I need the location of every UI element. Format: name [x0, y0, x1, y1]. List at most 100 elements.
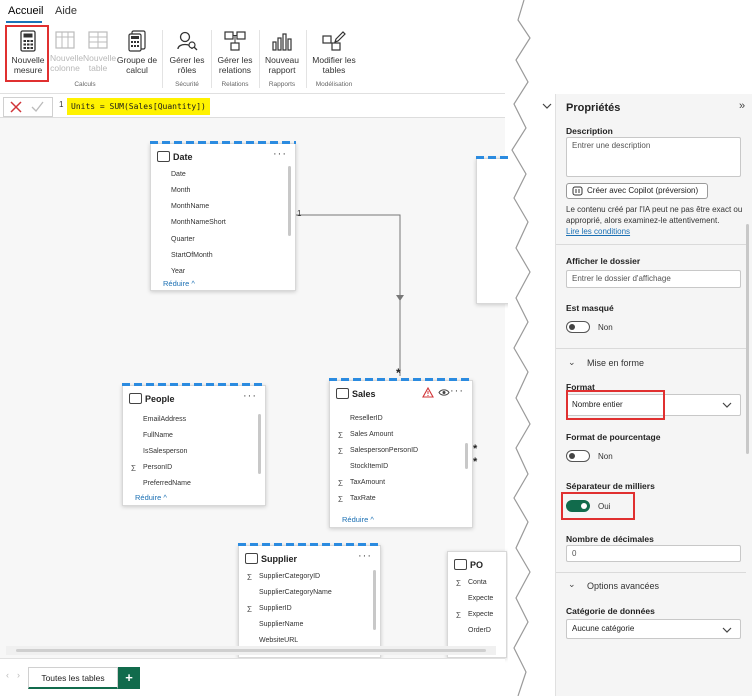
cancel-icon[interactable]	[10, 101, 22, 113]
percent-label: Format de pourcentage	[566, 432, 661, 442]
scrollbar[interactable]	[465, 443, 468, 469]
ribbon-divider	[211, 30, 212, 88]
new-report-label: Nouveau rapport	[264, 55, 300, 75]
field-item[interactable]: Date	[171, 171, 186, 178]
field-item[interactable]: FullName	[143, 432, 173, 439]
field-item[interactable]: StartOfMonth	[171, 252, 213, 259]
field-item[interactable]: Year	[171, 268, 185, 274]
hidden-toggle[interactable]	[566, 321, 590, 333]
chevron-down-icon[interactable]: ⌄	[568, 579, 576, 590]
copilot-label: Créer avec Copilot (préversion)	[587, 186, 699, 195]
edit-tables-icon	[322, 31, 346, 51]
field-item[interactable]: MonthNameShort	[171, 219, 226, 226]
field-item[interactable]: SupplierID	[247, 605, 292, 614]
hidden-label: Est masqué	[566, 303, 614, 313]
copilot-button[interactable]: Créer avec Copilot (préversion)	[566, 183, 708, 199]
tab-all-tables[interactable]: Toutes les tables	[28, 667, 118, 689]
formula-expand-icon[interactable]	[540, 98, 554, 114]
group-label-calculs: Calculs	[74, 81, 96, 88]
field-item[interactable]: EmailAddress	[143, 416, 186, 423]
new-column-label: Nouvelle colonne	[50, 53, 84, 73]
collapse-label: Réduire	[163, 279, 190, 288]
decimals-input[interactable]: 0	[566, 545, 741, 562]
field-item[interactable]: SupplierCategoryID	[247, 573, 320, 582]
relationship-icon	[224, 31, 246, 51]
field-item[interactable]: WebsiteURL	[259, 637, 298, 644]
bar-chart-icon	[272, 33, 292, 51]
card-selection-border	[150, 141, 296, 144]
copilot-icon	[572, 186, 583, 196]
field-item[interactable]: Month	[171, 187, 190, 194]
chevron-down-icon[interactable]: ⌄	[568, 357, 576, 368]
ribbon-tabs: Accueil Aide	[0, 0, 500, 24]
terms-link[interactable]: Lire les conditions	[566, 227, 630, 236]
field-item[interactable]: TaxAmount	[338, 479, 385, 488]
manage-relations-button[interactable]: Gérer les relations	[215, 30, 255, 75]
new-table-label: Nouvelle table	[83, 53, 117, 73]
more-options-icon[interactable]: ···	[450, 385, 464, 397]
manage-roles-button[interactable]: Gérer les rôles	[168, 30, 206, 75]
new-report-button[interactable]: Nouveau rapport	[262, 30, 302, 75]
new-column-button[interactable]: Nouvelle colonne	[50, 30, 84, 73]
warning-icon[interactable]	[422, 387, 434, 398]
commit-icon[interactable]	[31, 101, 44, 113]
field-item[interactable]: TaxRate	[338, 495, 376, 504]
scrollbar[interactable]	[373, 570, 376, 630]
collapse-link[interactable]: Réduire ^	[135, 493, 167, 502]
formula-line-number: 1	[59, 100, 64, 109]
more-options-icon[interactable]: ···	[273, 148, 287, 160]
collapse-panel-icon[interactable]: »	[739, 100, 745, 112]
percent-value: Non	[598, 452, 613, 461]
field-item[interactable]: SupplierCategoryName	[259, 589, 332, 596]
ribbon-divider	[259, 30, 260, 88]
hidden-eye-icon[interactable]	[438, 388, 450, 397]
chevron-down-icon	[722, 627, 732, 633]
tab-aide[interactable]: Aide	[55, 5, 77, 17]
add-layout-button[interactable]: +	[118, 667, 140, 689]
model-canvas[interactable]: 1 * Date ··· Date Month MonthName MonthN…	[0, 118, 516, 658]
horizontal-scrollbar[interactable]	[6, 646, 496, 655]
formula-expression[interactable]: Units = SUM(Sales[Quantity])	[67, 98, 210, 115]
edit-tables-button[interactable]: Modifier les tables	[310, 30, 358, 75]
table-card-supplier[interactable]: Supplier ··· SupplierCategoryID Supplier…	[238, 543, 381, 658]
card-selection-border	[329, 378, 473, 381]
tab-accueil[interactable]: Accueil	[8, 5, 43, 17]
field-item[interactable]: PersonID	[131, 464, 172, 473]
field-item[interactable]: Quarter	[171, 236, 195, 243]
format-section-header[interactable]: Mise en forme	[587, 358, 644, 368]
panel-scrollbar[interactable]	[746, 224, 749, 454]
table-card-people[interactable]: People ··· EmailAddress FullName IsSales…	[122, 383, 266, 506]
description-input[interactable]: Entrer une description	[566, 137, 741, 177]
bottom-tab-bar: ‹ › Toutes les tables +	[0, 658, 505, 696]
advanced-section-header[interactable]: Options avancées	[587, 581, 659, 591]
field-item[interactable]: MonthName	[171, 203, 209, 210]
table-card-sales[interactable]: Sales ··· ResellerID Sales Amount Salesp…	[329, 378, 473, 528]
field-item[interactable]: SupplierName	[259, 621, 303, 628]
scroll-left-icon[interactable]: ‹	[6, 670, 9, 680]
field-item[interactable]: PreferredName	[143, 480, 191, 487]
collapse-link[interactable]: Réduire ^	[342, 515, 374, 524]
more-options-icon[interactable]: ···	[243, 390, 257, 402]
scroll-right-icon[interactable]: ›	[17, 670, 20, 680]
card-selection-border	[122, 383, 266, 386]
field-item[interactable]: IsSalesperson	[143, 448, 187, 455]
field-item[interactable]: Conta	[456, 579, 486, 588]
folder-input[interactable]: Entrer le dossier d'affichage	[566, 270, 741, 288]
scrollbar[interactable]	[258, 414, 261, 474]
table-card-date[interactable]: Date ··· Date Month MonthName MonthNameS…	[150, 141, 296, 291]
percent-toggle[interactable]	[566, 450, 590, 462]
field-item[interactable]: Sales Amount	[338, 431, 393, 440]
new-table-button[interactable]: Nouvelle table	[83, 30, 117, 73]
field-item[interactable]: StockItemID	[350, 463, 388, 470]
divider	[556, 244, 746, 245]
scrollbar[interactable]	[288, 166, 291, 236]
field-item[interactable]: ResellerID	[350, 415, 383, 422]
field-item[interactable]: SalespersonPersonID	[338, 447, 418, 456]
group-label-rapports: Rapports	[268, 81, 296, 88]
more-options-icon[interactable]: ···	[358, 550, 372, 562]
calc-group-button[interactable]: Groupe de calcul	[116, 30, 158, 75]
collapse-link[interactable]: Réduire ^	[163, 279, 195, 288]
scrollbar-thumb[interactable]	[16, 649, 486, 652]
ribbon: Nouvelle mesure Nouvelle colonne Nouvell…	[0, 24, 505, 94]
category-select[interactable]: Aucune catégorie	[566, 619, 741, 639]
